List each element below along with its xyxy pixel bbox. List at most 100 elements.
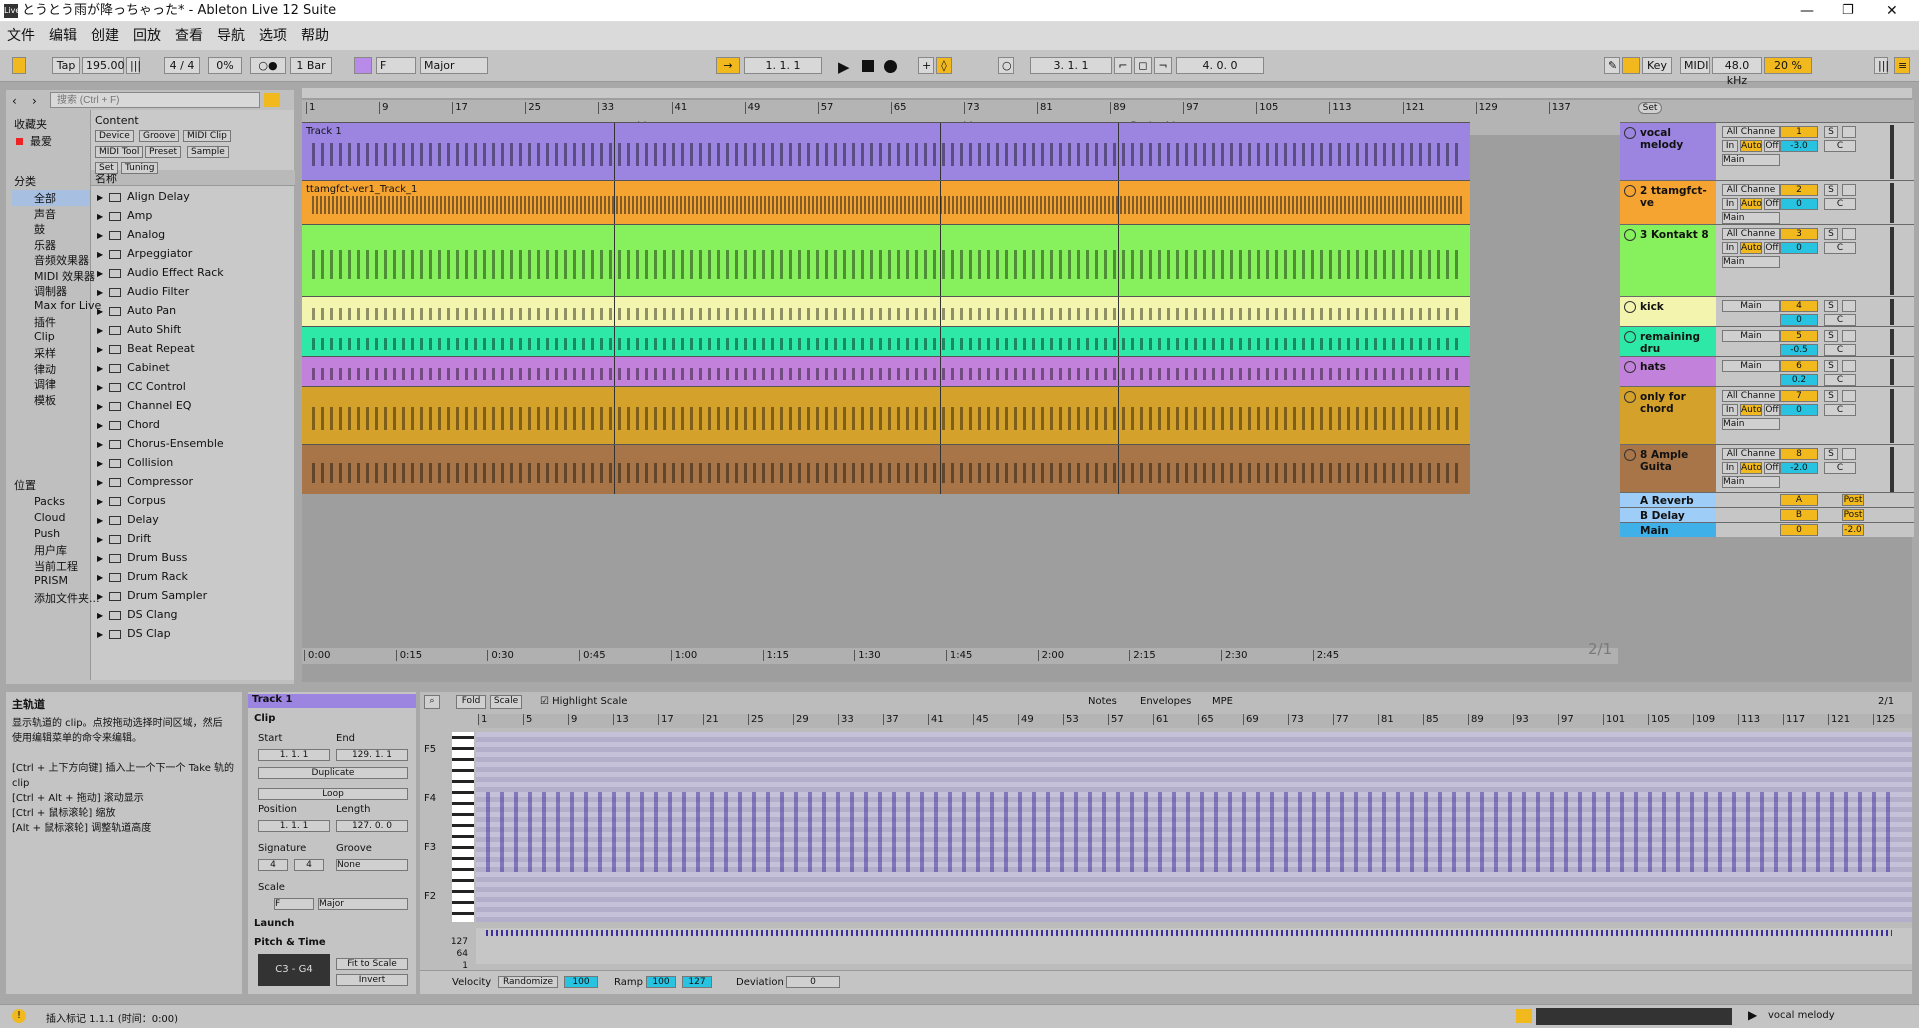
warning-icon[interactable] (1516, 1009, 1532, 1023)
pan-field[interactable]: C (1824, 462, 1856, 474)
pan-field[interactable]: C (1824, 140, 1856, 152)
track-number[interactable]: 1 (1780, 126, 1818, 138)
clip-lane[interactable] (302, 326, 1470, 356)
swing-field[interactable]: 0% (208, 57, 242, 74)
off-button[interactable]: Off (1764, 404, 1780, 416)
menu-help[interactable]: 帮助 (301, 28, 329, 44)
volume-field[interactable]: -3.0 (1780, 140, 1818, 152)
sidebar-item-category[interactable]: 音频效果器 (12, 252, 90, 268)
nudge-icon[interactable]: ||| (126, 57, 141, 74)
piano-keys[interactable] (452, 732, 474, 922)
filter-chip[interactable]: Preset (145, 146, 182, 158)
track-number[interactable]: 5 (1780, 330, 1818, 342)
track-number[interactable]: 7 (1780, 390, 1818, 402)
duplicate-button[interactable]: Duplicate (258, 767, 408, 779)
output-select[interactable]: Main (1722, 418, 1780, 430)
maximize-icon[interactable]: ❐ (1842, 0, 1854, 22)
fold-icon[interactable] (1624, 361, 1636, 373)
groove-select[interactable]: None (336, 859, 408, 871)
back-icon[interactable]: ‹ (12, 94, 17, 108)
solo-button[interactable]: S (1824, 126, 1838, 138)
list-item[interactable]: ▶ Compressor (97, 475, 193, 488)
track-header[interactable]: 3 Kontakt 8 All Channe 3 S 0 C In Auto Off Main (1620, 224, 1914, 296)
track-number[interactable]: 8 (1780, 448, 1818, 460)
ramp-start[interactable]: 100 (646, 976, 676, 988)
volume-field[interactable]: 0.2 (1780, 374, 1818, 386)
solo-button[interactable]: S (1824, 390, 1838, 402)
list-item[interactable]: ▶ Drum Buss (97, 551, 187, 564)
tab-envelopes[interactable]: Envelopes (1140, 696, 1191, 707)
post-button[interactable]: Post (1842, 494, 1864, 506)
menu-create[interactable]: 创建 (91, 28, 119, 44)
play-icon[interactable]: ▶ (838, 58, 850, 76)
volume-field[interactable]: 0 (1780, 198, 1818, 210)
stop-icon[interactable] (862, 60, 874, 72)
sidebar-item-category[interactable]: 模板 (12, 392, 90, 408)
track-header[interactable]: hats Main 6 S 0.2 C (1620, 356, 1914, 386)
sidebar-item-place[interactable]: 用户库 (12, 542, 67, 558)
pan-field[interactable]: C (1824, 344, 1856, 356)
volume-field[interactable]: 0 (1780, 404, 1818, 416)
input-type-select[interactable]: All Channe (1722, 184, 1780, 196)
list-item[interactable]: ▶ Drum Rack (97, 570, 188, 583)
list-item[interactable]: ▶ Drum Sampler (97, 589, 207, 602)
track-header[interactable]: 8 Ample Guita All Channe 8 S -2.0 C In Auto Off M… (1620, 444, 1914, 494)
return-name[interactable]: B Delay (1620, 508, 1716, 522)
draw-mode-icon[interactable]: ✎ (1604, 57, 1620, 74)
clip-lane[interactable] (302, 224, 1470, 296)
fold-icon[interactable] (1624, 391, 1636, 403)
pan-field[interactable]: C (1824, 242, 1856, 254)
sidebar-item-category[interactable]: 鼓 (12, 221, 90, 237)
close-icon[interactable]: ✕ (1886, 0, 1898, 22)
menu-playback[interactable]: 回放 (133, 28, 161, 44)
clip-key-select[interactable]: F (274, 898, 314, 910)
key-map-button[interactable]: Key (1642, 57, 1672, 74)
tap-button[interactable]: Tap (52, 57, 80, 74)
clip-lane[interactable]: Track 1 (302, 122, 1470, 180)
clip-section[interactable]: Clip (254, 713, 275, 724)
list-item[interactable]: ▶ Auto Pan (97, 304, 176, 317)
auto-button[interactable]: Auto (1740, 198, 1762, 210)
solo-button[interactable]: S (1824, 330, 1838, 342)
pan-field[interactable]: C (1824, 404, 1856, 416)
clip-scale-select[interactable]: Major (318, 898, 408, 910)
output-select[interactable]: Main (1722, 154, 1780, 166)
list-item[interactable]: ▶ Cabinet (97, 361, 170, 374)
play-preview-icon[interactable]: ▶ (1748, 1008, 1757, 1022)
filter-chip[interactable]: MIDI Clip (183, 130, 231, 142)
return-track[interactable]: B Delay B Post (1620, 507, 1914, 522)
in-button[interactable]: In (1722, 242, 1738, 254)
highlight-scale-checkbox[interactable]: ☑ Highlight Scale (540, 696, 627, 707)
output-select[interactable]: Main (1722, 476, 1780, 488)
in-button[interactable]: In (1722, 462, 1738, 474)
volume-field[interactable]: 0 (1780, 242, 1818, 254)
velocity-lane[interactable] (476, 928, 1912, 964)
list-item[interactable]: ▶ CC Control (97, 380, 186, 393)
loop-start[interactable]: 3. 1. 1 (1030, 57, 1112, 74)
loop-icon[interactable]: ◻ (1134, 57, 1152, 74)
auto-button[interactable]: Auto (1740, 462, 1762, 474)
search-icon[interactable]: ⌕ (424, 695, 440, 709)
invert-button[interactable]: Invert (336, 974, 408, 986)
editor-ruler[interactable]: 1 5 9 13 17 21 25 29 33 37 41 45 49 53 57 61 65 69 73 77 81 8… (478, 714, 1912, 728)
arm-icon[interactable] (1842, 300, 1856, 312)
filter-chip[interactable]: Set (95, 162, 118, 174)
volume-field[interactable]: -0.5 (1780, 344, 1818, 356)
arm-icon[interactable] (1842, 228, 1856, 240)
auto-button[interactable]: Auto (1740, 140, 1762, 152)
menu-file[interactable]: 文件 (7, 28, 35, 44)
view-toggle-icon[interactable] (12, 57, 26, 74)
list-item[interactable]: ▶ Chorus-Ensemble (97, 437, 224, 450)
return-track[interactable]: A Reverb A Post (1620, 492, 1914, 507)
time-ruler[interactable]: 0:00 0:15 0:30 0:45 1:00 1:15 1:30 1:45 2:00 2:15… (302, 648, 1618, 664)
off-button[interactable]: Off (1764, 242, 1780, 254)
input-type-select[interactable]: Main (1722, 330, 1780, 342)
pan-field[interactable]: C (1824, 198, 1856, 210)
list-item[interactable]: ▶ Audio Filter (97, 285, 189, 298)
output-select[interactable]: Main (1722, 256, 1780, 268)
sidebar-item-category[interactable]: 律动 (12, 361, 90, 377)
track-header[interactable]: remaining dru Main 5 S -0.5 C (1620, 326, 1914, 356)
list-item[interactable]: ▶ Collision (97, 456, 173, 469)
forward-icon[interactable]: › (32, 94, 37, 108)
off-button[interactable]: Off (1764, 140, 1780, 152)
